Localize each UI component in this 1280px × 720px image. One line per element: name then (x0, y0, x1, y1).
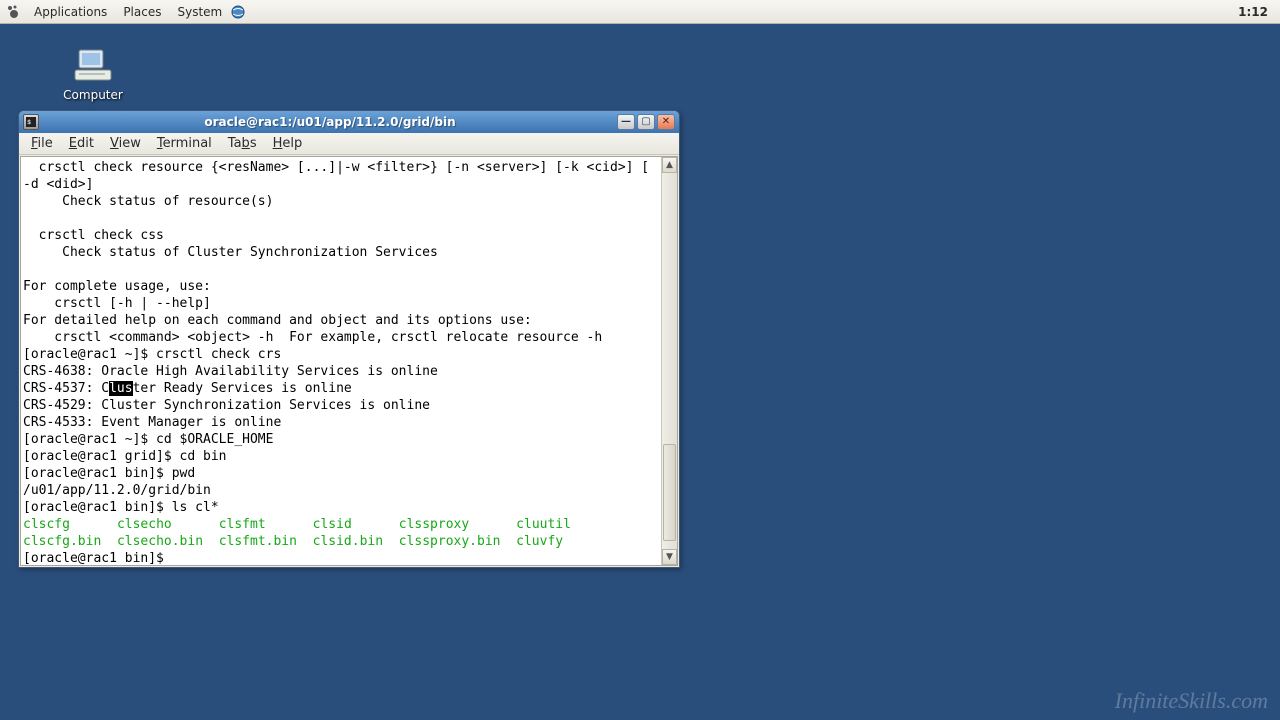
terminal-window: $ oracle@rac1:/u01/app/11.2.0/grid/bin —… (18, 110, 680, 568)
gnome-foot-icon[interactable] (6, 4, 22, 20)
watermark: InfiniteSkills.com (1115, 688, 1268, 714)
desktop-icon-label: Computer (58, 88, 128, 102)
scroll-thumb[interactable] (663, 444, 676, 542)
scroll-track[interactable] (662, 173, 677, 549)
terminal-body: crsctl check resource {<resName> [...]|-… (20, 156, 678, 566)
maximize-button[interactable]: ▢ (637, 114, 655, 130)
menu-system[interactable]: System (169, 2, 230, 22)
computer-icon (73, 48, 113, 84)
menu-terminal[interactable]: Terminal (149, 134, 220, 153)
scrollbar[interactable]: ▲ ▼ (661, 157, 677, 565)
window-buttons: — ▢ ✕ (617, 114, 675, 130)
menu-file[interactable]: File (23, 134, 61, 153)
menu-tabs[interactable]: Tabs (220, 134, 265, 153)
titlebar[interactable]: $ oracle@rac1:/u01/app/11.2.0/grid/bin —… (19, 111, 679, 133)
window-title: oracle@rac1:/u01/app/11.2.0/grid/bin (43, 115, 617, 129)
terminal-text[interactable]: crsctl check resource {<resName> [...]|-… (21, 157, 661, 565)
menu-help[interactable]: Help (265, 134, 311, 153)
menu-applications[interactable]: Applications (26, 2, 115, 22)
top-panel: Applications Places System 1:12 (0, 0, 1280, 24)
close-button[interactable]: ✕ (657, 114, 675, 130)
menu-places[interactable]: Places (115, 2, 169, 22)
terminal-icon: $ (23, 114, 39, 130)
scroll-down-button[interactable]: ▼ (662, 549, 677, 565)
minimize-button[interactable]: — (617, 114, 635, 130)
browser-launcher-icon[interactable] (230, 4, 246, 20)
desktop-icon-computer[interactable]: Computer (58, 48, 128, 102)
scroll-up-button[interactable]: ▲ (662, 157, 677, 173)
panel-left: Applications Places System (6, 2, 250, 22)
menu-edit[interactable]: Edit (61, 134, 102, 153)
svg-text:$: $ (27, 119, 31, 126)
menu-view[interactable]: View (102, 134, 149, 153)
menubar: File Edit View Terminal Tabs Help (19, 133, 679, 155)
clock[interactable]: 1:12 (1238, 5, 1274, 19)
